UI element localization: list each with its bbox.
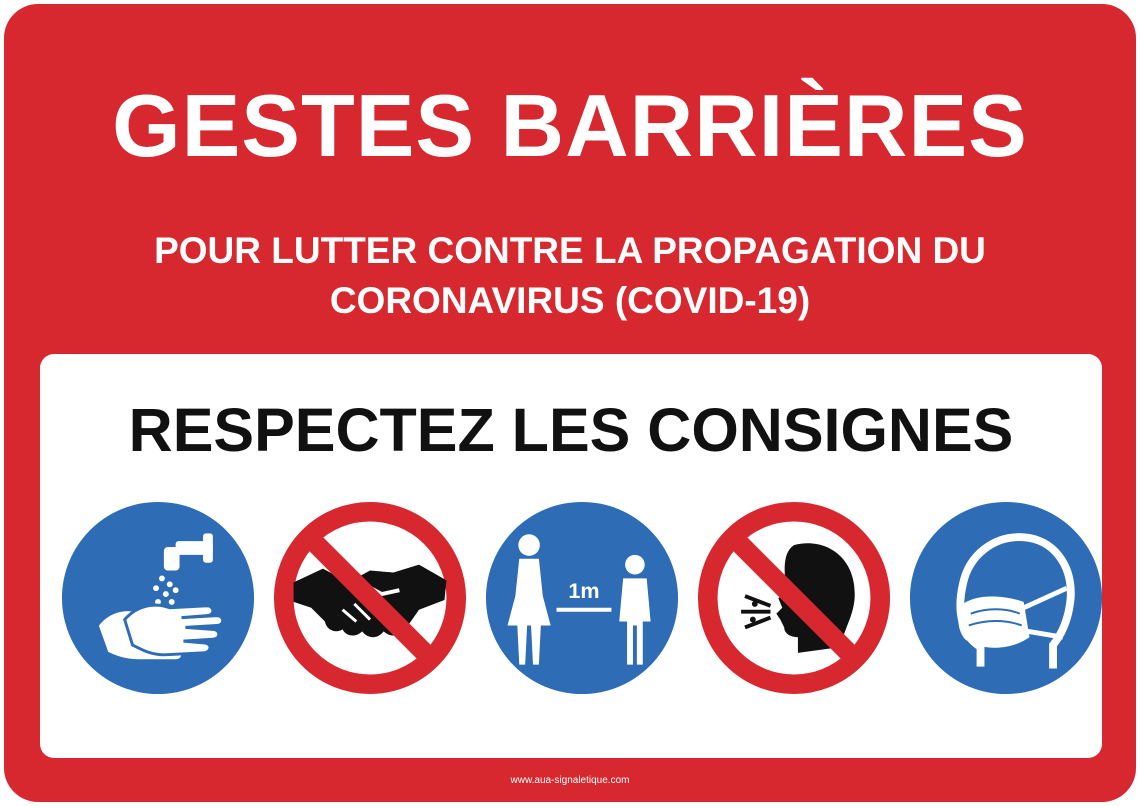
footer-website: www.aua-signaletique.com <box>510 775 630 786</box>
sign-title: GESTES BARRIÈRES <box>112 76 1028 175</box>
covid-barrier-sign: GESTES BARRIÈRES POUR LUTTER CONTRE LA P… <box>4 4 1136 802</box>
face-mask-icon <box>908 500 1104 696</box>
no-handshake-icon <box>272 500 468 696</box>
distance-label: 1m <box>568 578 599 603</box>
wash-hands-icon <box>60 500 256 696</box>
sign-subtitle: POUR LUTTER CONTRE LA PROPAGATION DU COR… <box>154 230 986 321</box>
no-cough-icon <box>696 500 892 696</box>
instructions-panel: RESPECTEZ LES CONSIGNES 1m <box>40 354 1104 758</box>
keep-distance-icon: 1m <box>484 500 680 696</box>
panel-heading: RESPECTEZ LES CONSIGNES <box>128 396 1014 464</box>
